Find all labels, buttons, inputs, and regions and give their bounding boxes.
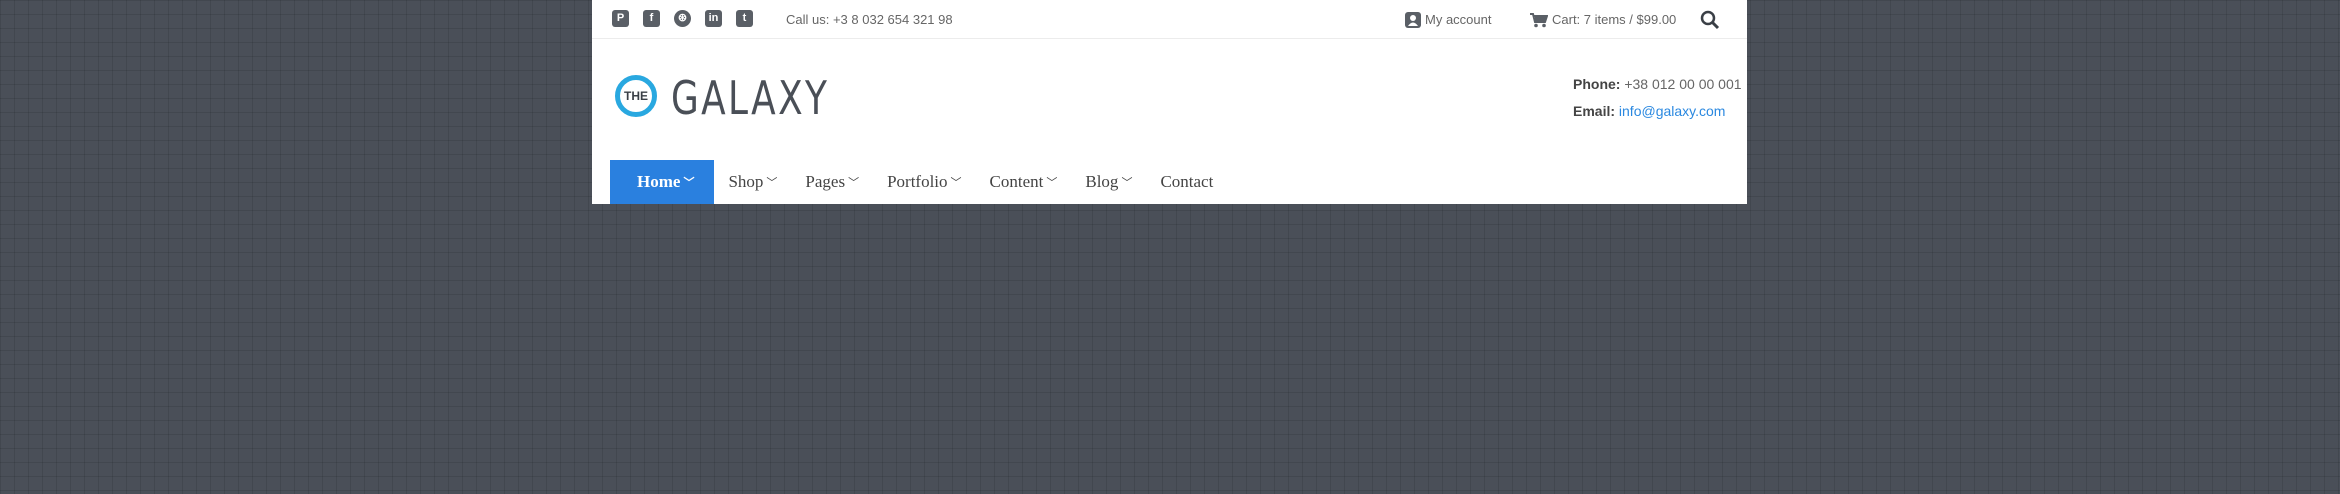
my-account-label: My account	[1425, 12, 1492, 27]
chevron-down-icon: ﹀	[1121, 177, 1133, 189]
chevron-down-icon: ﹀	[683, 177, 695, 189]
top-bar: P f ⊛ in t Call us: +3 8 032 654 321 98 …	[592, 0, 1747, 39]
call-us-text: Call us: +3 8 032 654 321 98	[786, 12, 953, 27]
chevron-down-icon: ﹀	[950, 177, 962, 189]
nav-item-blog[interactable]: Blog ﹀	[1071, 160, 1146, 204]
chevron-down-icon: ﹀	[1046, 177, 1058, 189]
chevron-down-icon: ﹀	[848, 177, 860, 189]
logo-badge-text: THE	[624, 89, 648, 103]
main-nav: Home ﹀ Shop ﹀ Pages ﹀ Portfolio ﹀ Conten…	[610, 160, 1227, 204]
logo-text[interactable]: GALAXY	[671, 72, 829, 124]
email-line: Email: info@galaxy.com	[1573, 103, 1725, 119]
nav-label: Content	[989, 172, 1044, 191]
cart-label: Cart: 7 items / $99.00	[1552, 12, 1677, 27]
user-icon	[1405, 11, 1421, 28]
nav-item-home[interactable]: Home ﹀	[610, 160, 715, 204]
dribbble-icon[interactable]: ⊛	[674, 10, 691, 27]
nav-item-content[interactable]: Content ﹀	[976, 160, 1072, 204]
facebook-icon[interactable]: f	[643, 10, 660, 27]
nav-label: Pages	[805, 172, 846, 191]
nav-item-shop[interactable]: Shop ﹀	[714, 160, 791, 204]
phone-line: Phone: +38 012 00 00 001	[1573, 76, 1742, 92]
phone-value: +38 012 00 00 001	[1624, 76, 1742, 92]
twitter-icon[interactable]: t	[736, 10, 753, 27]
nav-item-pages[interactable]: Pages ﹀	[791, 160, 873, 204]
nav-label: Contact	[1160, 172, 1214, 191]
cart-link[interactable]: Cart: 7 items / $99.00	[1530, 11, 1676, 28]
email-link[interactable]: info@galaxy.com	[1619, 103, 1726, 119]
nav-label: Shop	[728, 172, 764, 191]
email-label: Email:	[1573, 103, 1616, 119]
search-icon[interactable]	[1700, 10, 1720, 30]
nav-item-contact[interactable]: Contact	[1146, 160, 1227, 204]
my-account-link[interactable]: My account	[1405, 11, 1491, 28]
site-header: P f ⊛ in t Call us: +3 8 032 654 321 98 …	[592, 0, 1747, 204]
linkedin-icon[interactable]: in	[705, 10, 722, 27]
pinterest-icon[interactable]: P	[612, 10, 629, 27]
cart-icon	[1530, 12, 1548, 27]
phone-label: Phone:	[1573, 76, 1621, 92]
nav-label: Home	[637, 172, 681, 191]
nav-item-portfolio[interactable]: Portfolio ﹀	[873, 160, 975, 204]
logo-icon[interactable]: THE	[615, 75, 657, 117]
chevron-down-icon: ﹀	[766, 177, 778, 189]
nav-label: Portfolio	[887, 172, 948, 191]
nav-label: Blog	[1085, 172, 1119, 191]
